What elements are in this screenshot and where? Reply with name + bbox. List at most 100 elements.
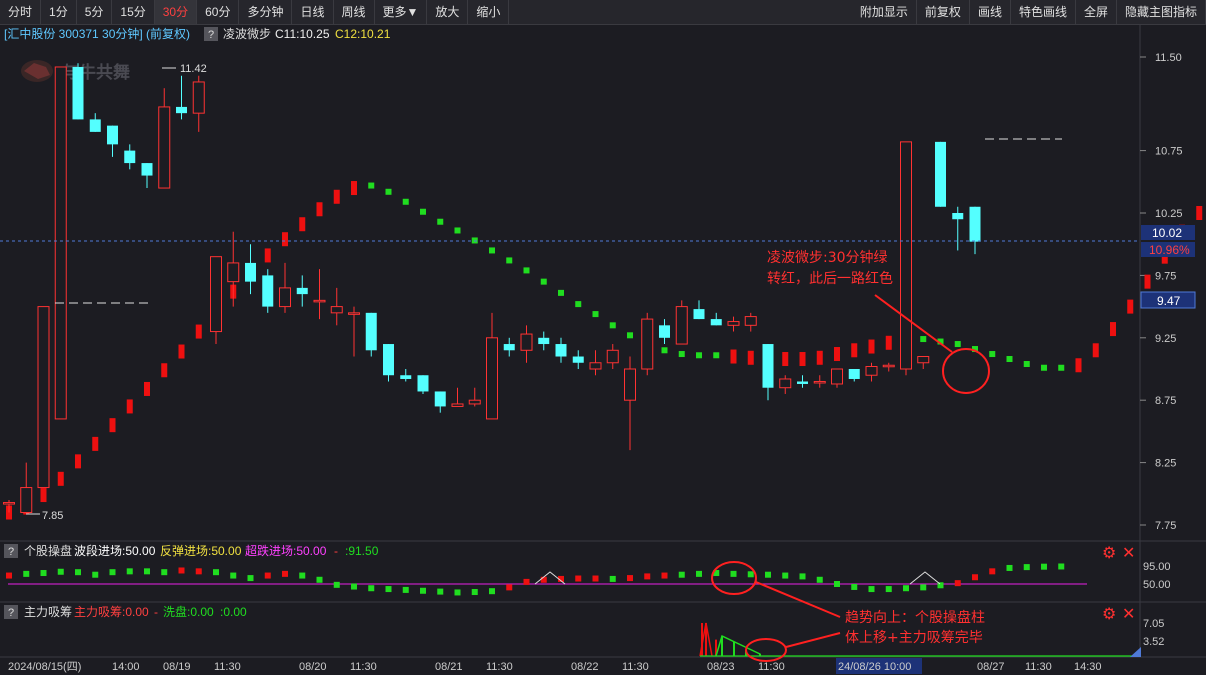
forward-adjust-button[interactable]: 前复权 [917,0,970,24]
panel2-dot-green [333,581,340,588]
panel2-dot-red [6,572,12,579]
panel2-ytick-50: 50.00 [1143,579,1171,591]
panel2-dot-green [868,586,875,593]
pct-box-text: 10.96% [1149,243,1190,257]
candle-body-down [141,163,153,176]
panel2-dot-red [972,574,978,581]
candle-body-up [210,256,222,333]
panel2-dot-green [903,585,909,592]
trail-dot-red [885,335,892,350]
candle-body-down [503,344,515,351]
annotation-2-line1: 趋势向上：个股操盘柱 [845,609,985,626]
panel2-ytick-95: 95.00 [1143,561,1171,573]
price-tick-label: 8.25 [1155,458,1176,470]
c2-value: C12:10.21 [335,27,391,41]
period-button-multi-min[interactable]: 多分钟 [239,0,293,24]
special-draw-button[interactable]: 特色画线 [1011,0,1076,24]
price-tick-label: 9.75 [1155,270,1176,282]
panel2-dot-red [178,567,185,574]
settings-gear-icon-panel3[interactable]: ⚙ [1102,606,1116,623]
trail-dot-green [678,351,685,358]
period-button-day[interactable]: 日线 [292,0,334,24]
candle-body-up [865,366,878,376]
trail-dot-green [402,198,409,205]
price-box-text: 10.02 [1152,226,1182,240]
period-button-5min[interactable]: 5分 [77,0,113,24]
settings-gear-icon-panel2[interactable]: ⚙ [1102,545,1116,562]
period-button-15min[interactable]: 15分 [112,0,155,24]
candle-body-up [468,399,481,405]
panel3-bars [699,622,761,657]
zoom-out-button[interactable]: 缩小 [468,0,510,24]
candle-body-down [762,344,774,388]
trail-dot-red [1196,206,1203,220]
xlabel-5: 11:30 [350,661,377,673]
candle-body-up [486,337,498,420]
period-button-week[interactable]: 周线 [334,0,375,24]
kline-chart[interactable]: [汇中股份 300371 30分钟] (前复权) ? 凌波微步 C11:10.2… [0,25,1206,675]
trail-dot-green [437,218,444,225]
candle-body-up [606,349,619,364]
draw-line-button[interactable]: 画线 [970,0,1011,24]
panel3-s2: - [154,605,158,619]
panel2-dot-green [437,588,444,595]
panel2-dot-red [592,575,599,582]
candle-body-down [107,125,118,145]
candle-body-down [296,287,308,295]
panel2-dot-green [1041,563,1047,570]
close-icon-panel3[interactable]: ✕ [1122,606,1135,623]
xlabel-8: 08/22 [571,661,599,673]
period-button-60min[interactable]: 60分 [197,0,240,24]
period-button-fenshi[interactable]: 分时 [0,0,42,24]
panel2-dot-red [282,570,288,577]
candle-body-down [572,356,584,363]
panel2-dot-green [247,575,254,582]
trail-dot-red [1127,299,1134,314]
period-button-30min[interactable]: 30分 [154,0,198,24]
corner-triangle-icon [1130,647,1141,657]
fullscreen-button[interactable]: 全屏 [1076,0,1117,24]
trail-dot-green [558,289,564,296]
hide-indicators-button[interactable]: 隐藏主图指标 [1117,0,1206,24]
panel3-s1: 主力吸筹:0.00 [74,605,149,619]
xlabel-3: 11:30 [214,661,241,673]
indicator-name: 凌波微步 [223,27,271,41]
candles [3,63,981,514]
panel2-dot-green [126,568,133,575]
trail-dot-red [868,339,875,354]
close-icon-panel2[interactable]: ✕ [1122,545,1135,562]
panel2-dot-green [368,585,375,592]
candle-body-down [659,325,670,338]
panel2-dot-green [471,589,478,596]
trail-dot-green [506,257,513,264]
trail-dot-red [799,352,806,367]
panel2-dot-red [954,580,961,587]
trail-dot-red [92,436,99,451]
candle-body-up [37,306,50,489]
trail-dot-red [57,471,64,486]
panel3-ytick-352: 3.52 [1143,636,1164,648]
trail-dot-red [178,344,185,359]
candle-body-down [245,262,256,282]
trail-dot-green [713,352,720,359]
panel2-dot-green [609,575,616,582]
zoom-in-button[interactable]: 放大 [427,0,469,24]
panel2-dot-green [489,588,495,595]
panel2-dot-green [1058,563,1065,570]
panel2-dot-green [851,583,858,590]
candle-body-up [641,318,654,370]
trail-dot-red [40,488,47,503]
xlabel-7: 11:30 [486,661,513,673]
candle-body-down [797,381,808,384]
c1-value: C11:10.25 [275,27,330,41]
more-dropdown[interactable]: 更多▼ [375,0,428,24]
trail-dot-green [989,351,996,358]
trail-dot-green [1058,364,1065,371]
period-button-1min[interactable]: 1分 [41,0,77,24]
high-label: 11.42 [180,63,207,75]
panel2-dot-red [506,584,513,591]
panel2-dot-green [40,570,47,577]
xlabel-9: 11:30 [622,661,649,673]
extra-display-button[interactable]: 附加显示 [852,0,917,24]
panel2-dot-red [575,575,582,582]
